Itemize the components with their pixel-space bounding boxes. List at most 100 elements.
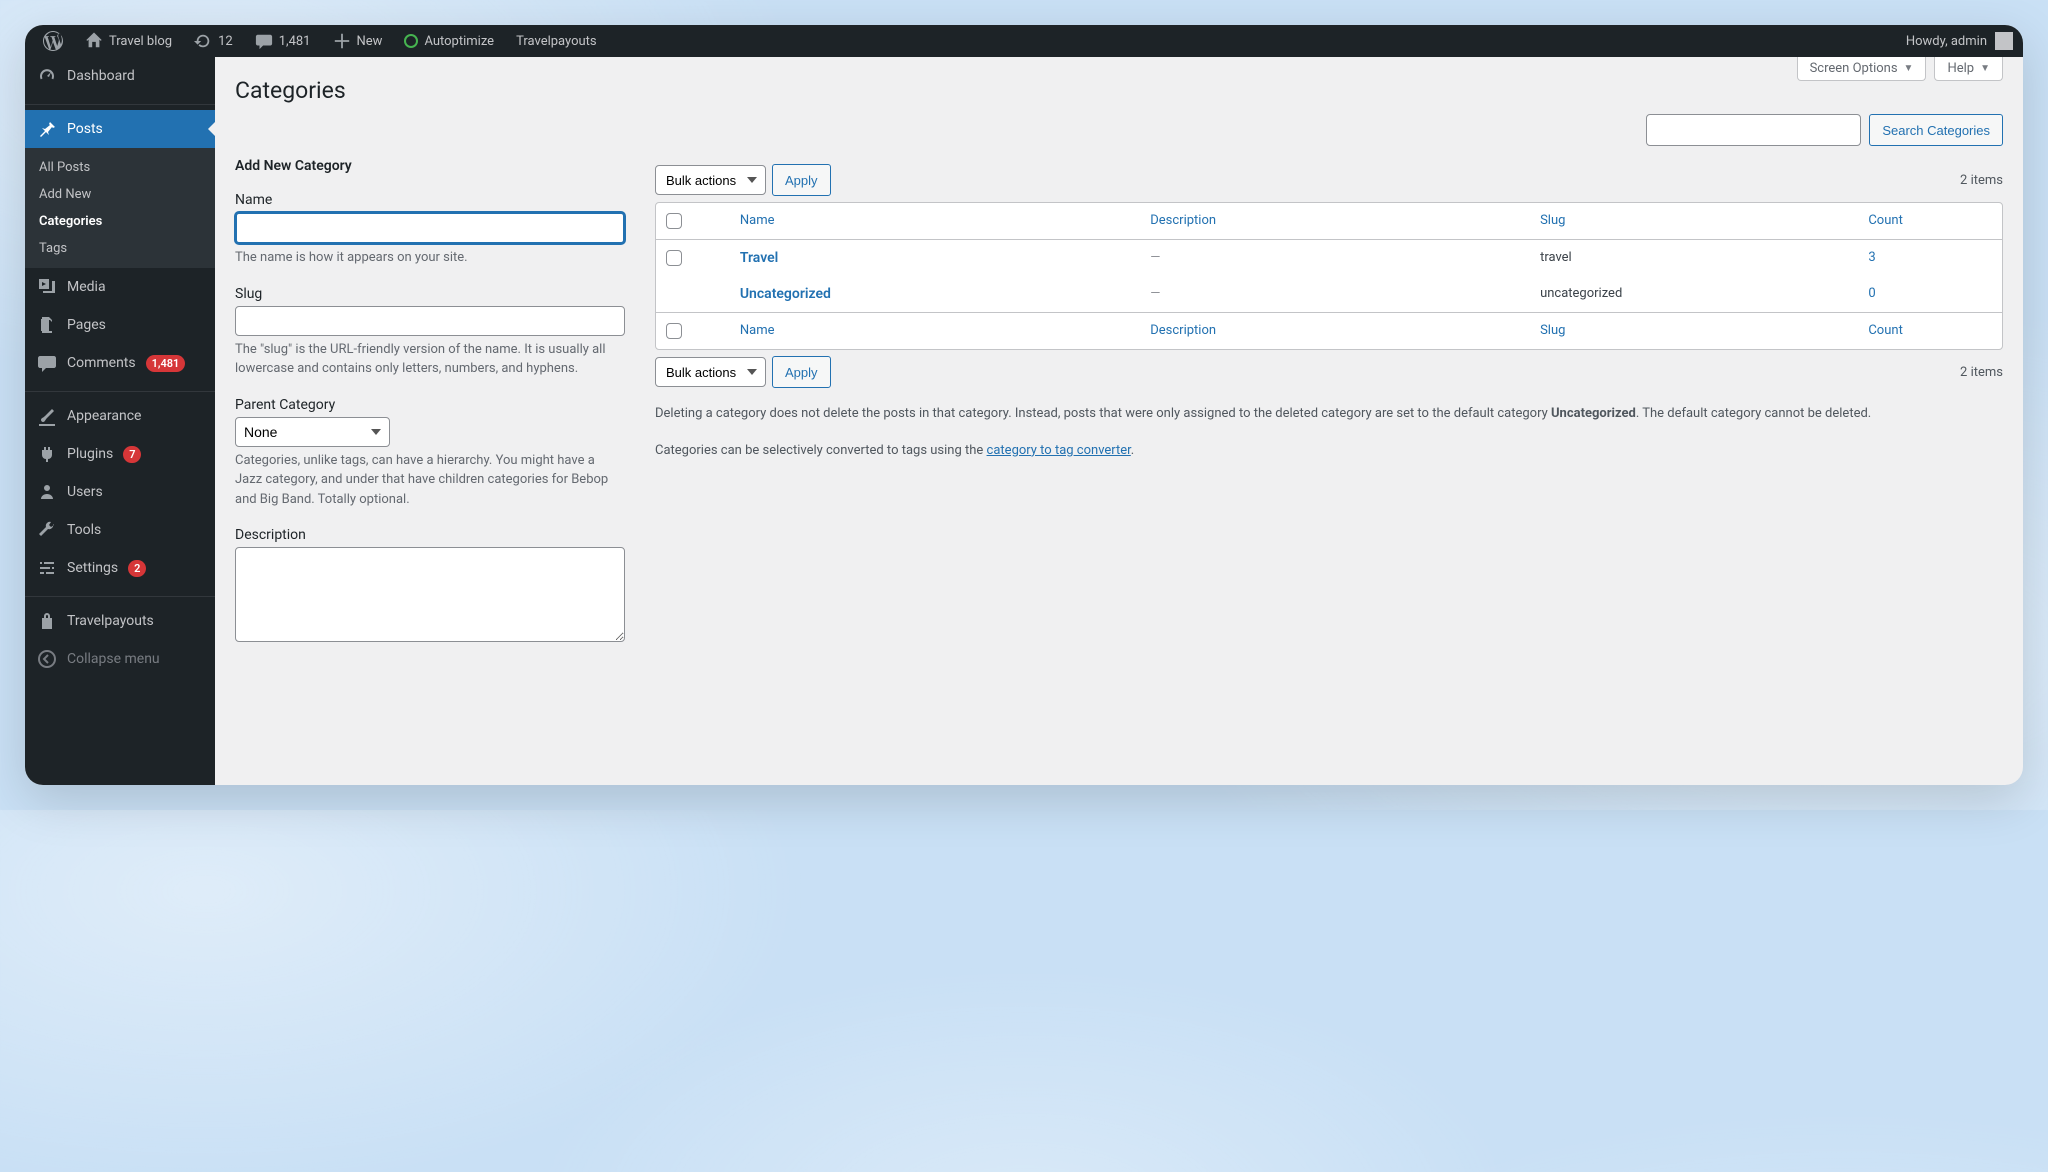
- categories-list: Bulk actions Apply 2 items Name Descript…: [655, 158, 2003, 664]
- menu-plugins[interactable]: Plugins 7: [25, 435, 215, 473]
- wp-logo-icon[interactable]: [35, 25, 71, 57]
- menu-separator: [25, 592, 215, 597]
- admin-bar: Travel blog 12 1,481 New Autoptimize Tra…: [25, 25, 2023, 57]
- slug-label: Slug: [235, 286, 625, 302]
- menu-comments[interactable]: Comments 1,481: [25, 344, 215, 382]
- menu-collapse[interactable]: Collapse menu: [25, 640, 215, 678]
- category-description: —: [1150, 250, 1160, 265]
- autoptimize-link[interactable]: Autoptimize: [396, 25, 502, 57]
- menu-pages[interactable]: Pages: [25, 306, 215, 344]
- submenu-tags[interactable]: Tags: [25, 235, 215, 262]
- menu-travelpayouts-label: Travelpayouts: [67, 613, 154, 629]
- col-count-header[interactable]: Count: [1868, 213, 1902, 228]
- home-icon: [85, 32, 103, 50]
- col-description-footer[interactable]: Description: [1150, 323, 1216, 338]
- category-name-link[interactable]: Uncategorized: [740, 286, 831, 302]
- wp-admin-window: Travel blog 12 1,481 New Autoptimize Tra…: [25, 25, 2023, 785]
- col-count-footer[interactable]: Count: [1868, 323, 1902, 338]
- menu-posts[interactable]: Posts: [25, 110, 215, 148]
- table-row: Travel — travel 3: [656, 240, 2002, 276]
- menu-media-label: Media: [67, 279, 106, 295]
- updates-count: 12: [218, 34, 233, 49]
- submenu-categories[interactable]: Categories: [25, 208, 215, 235]
- status-circle-icon: [404, 34, 418, 48]
- select-all-checkbox-top[interactable]: [666, 213, 682, 229]
- pages-icon: [37, 315, 57, 335]
- chevron-down-icon: ▼: [1980, 63, 1990, 74]
- parent-label: Parent Category: [235, 397, 625, 413]
- slug-description: The "slug" is the URL-friendly version o…: [235, 340, 625, 379]
- categories-table: Name Description Slug Count Travel — tra…: [655, 202, 2003, 350]
- col-slug-footer[interactable]: Slug: [1540, 323, 1565, 338]
- apply-button-bottom[interactable]: Apply: [772, 356, 831, 388]
- refresh-icon: [194, 32, 212, 50]
- dashboard-icon: [37, 66, 57, 86]
- menu-settings-label: Settings: [67, 560, 118, 576]
- sliders-icon: [37, 558, 57, 578]
- items-count-bottom: 2 items: [1960, 365, 2003, 380]
- site-name: Travel blog: [109, 34, 172, 49]
- select-all-checkbox-bottom[interactable]: [666, 323, 682, 339]
- search-categories-button[interactable]: Search Categories: [1869, 114, 2003, 146]
- search-input[interactable]: [1646, 114, 1861, 146]
- menu-tools-label: Tools: [67, 522, 101, 538]
- comments-link[interactable]: 1,481: [247, 25, 319, 57]
- category-slug: uncategorized: [1540, 286, 1622, 301]
- menu-travelpayouts[interactable]: Travelpayouts: [25, 602, 215, 640]
- col-name-header[interactable]: Name: [740, 213, 775, 228]
- help-button[interactable]: Help ▼: [1934, 57, 2003, 81]
- howdy-text[interactable]: Howdy, admin: [1906, 34, 1987, 49]
- posts-submenu: All Posts Add New Categories Tags: [25, 148, 215, 268]
- category-count-link[interactable]: 0: [1868, 286, 1875, 301]
- name-input[interactable]: [235, 212, 625, 244]
- category-to-tag-link[interactable]: category to tag converter: [987, 443, 1131, 458]
- submenu-add-new[interactable]: Add New: [25, 181, 215, 208]
- slug-input[interactable]: [235, 306, 625, 336]
- row-checkbox[interactable]: [666, 250, 682, 266]
- collapse-icon: [37, 649, 57, 669]
- parent-description: Categories, unlike tags, can have a hier…: [235, 451, 625, 510]
- bulk-actions-select-bottom[interactable]: Bulk actions: [655, 357, 766, 387]
- menu-comments-label: Comments: [67, 355, 136, 371]
- search-box: Search Categories: [235, 114, 2003, 146]
- main-content: Screen Options ▼ Help ▼ Categories Searc…: [215, 57, 2023, 785]
- menu-users[interactable]: Users: [25, 473, 215, 511]
- menu-media[interactable]: Media: [25, 268, 215, 306]
- parent-select[interactable]: None: [235, 417, 390, 447]
- category-name-link[interactable]: Travel: [740, 250, 778, 266]
- menu-separator: [25, 387, 215, 392]
- submenu-all-posts[interactable]: All Posts: [25, 154, 215, 181]
- plug-icon: [37, 444, 57, 464]
- menu-settings[interactable]: Settings 2: [25, 549, 215, 587]
- admin-sidebar: Dashboard Posts All Posts Add New Catego…: [25, 57, 215, 785]
- menu-tools[interactable]: Tools: [25, 511, 215, 549]
- comments-count: 1,481: [279, 34, 311, 49]
- bulk-actions-select-top[interactable]: Bulk actions: [655, 165, 766, 195]
- page-title: Categories: [235, 57, 2003, 114]
- category-count-link[interactable]: 3: [1868, 250, 1875, 265]
- description-label: Description: [235, 527, 625, 543]
- travelpayouts-link[interactable]: Travelpayouts: [508, 25, 605, 57]
- new-content-link[interactable]: New: [325, 25, 391, 57]
- menu-collapse-label: Collapse menu: [67, 651, 160, 667]
- col-description-header[interactable]: Description: [1150, 213, 1216, 228]
- apply-button-top[interactable]: Apply: [772, 164, 831, 196]
- menu-appearance-label: Appearance: [67, 408, 141, 424]
- menu-dashboard-label: Dashboard: [67, 68, 135, 84]
- description-textarea[interactable]: [235, 547, 625, 642]
- site-link[interactable]: Travel blog: [77, 25, 180, 57]
- avatar[interactable]: [1995, 32, 2013, 50]
- menu-appearance[interactable]: Appearance: [25, 397, 215, 435]
- plugins-badge: 7: [123, 446, 141, 463]
- menu-posts-label: Posts: [67, 121, 103, 137]
- col-slug-header[interactable]: Slug: [1540, 213, 1565, 228]
- screen-options-button[interactable]: Screen Options ▼: [1797, 57, 1927, 81]
- comments-icon: [37, 353, 57, 373]
- comment-icon: [255, 32, 273, 50]
- name-description: The name is how it appears on your site.: [235, 248, 625, 268]
- updates-link[interactable]: 12: [186, 25, 241, 57]
- menu-pages-label: Pages: [67, 317, 106, 333]
- settings-badge: 2: [128, 560, 146, 577]
- menu-dashboard[interactable]: Dashboard: [25, 57, 215, 95]
- col-name-footer[interactable]: Name: [740, 323, 775, 338]
